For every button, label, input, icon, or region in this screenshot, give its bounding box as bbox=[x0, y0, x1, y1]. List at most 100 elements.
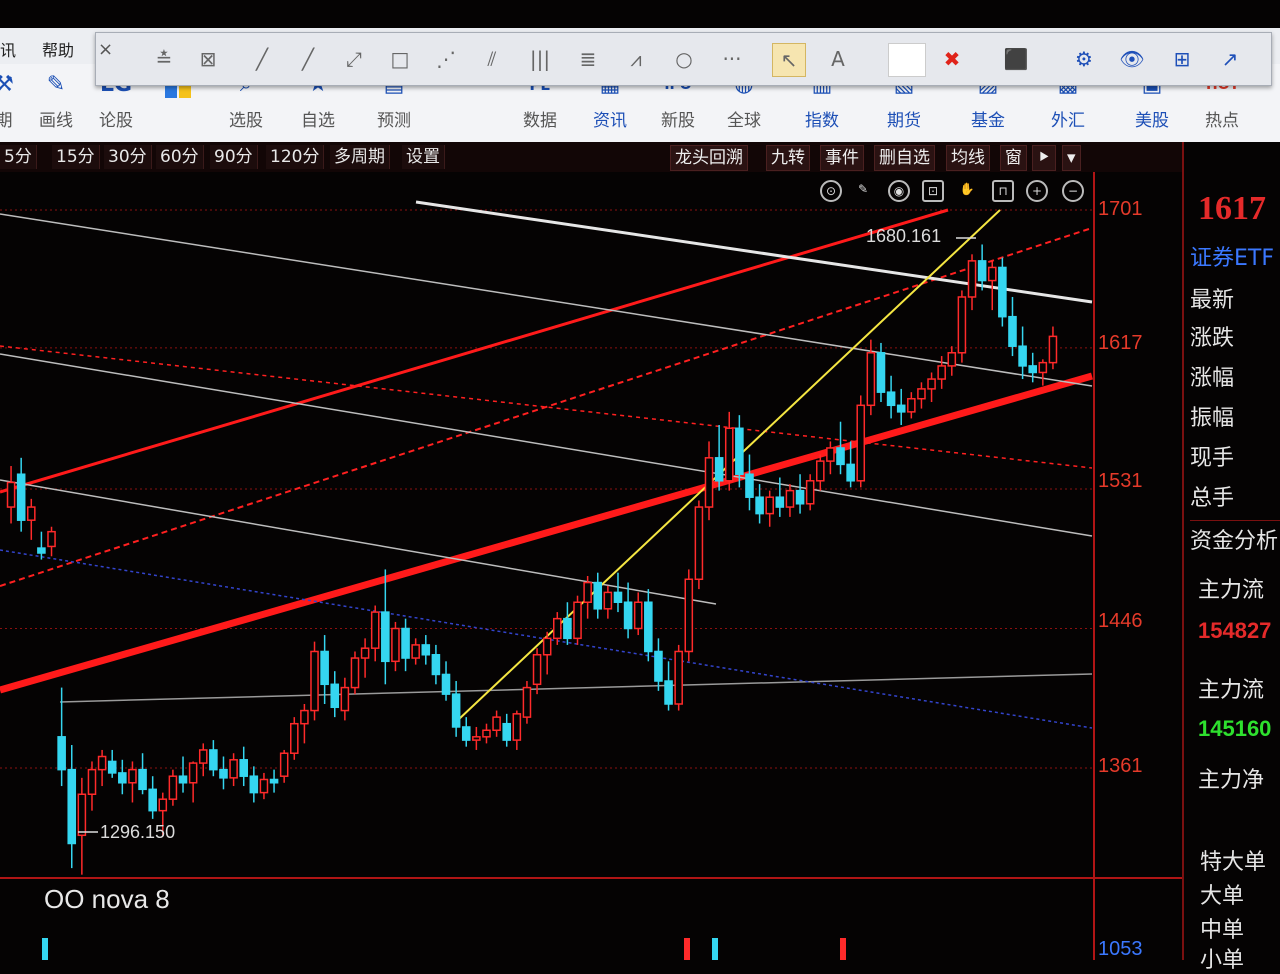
pen-icon[interactable]: ✎ bbox=[852, 180, 874, 202]
candle-body bbox=[107, 760, 117, 774]
price-tick: 1531 bbox=[1098, 470, 1143, 492]
candle-body bbox=[269, 778, 279, 784]
period-tab-settings[interactable]: 设置 bbox=[402, 145, 445, 169]
capital-analysis-header[interactable]: 资金分析 bbox=[1190, 520, 1280, 555]
period-tab-30m[interactable]: 30分 bbox=[104, 145, 152, 169]
candle-body bbox=[775, 496, 785, 508]
wrench-icon: ⚒ bbox=[0, 72, 14, 97]
row-amplitude: 振幅 bbox=[1190, 406, 1235, 431]
chevron-down-icon[interactable]: ▾ bbox=[1062, 145, 1081, 171]
candle-body bbox=[856, 404, 866, 482]
candle-body bbox=[340, 686, 350, 712]
pencil-icon: ✎ bbox=[46, 72, 66, 97]
candle-body bbox=[846, 463, 855, 482]
draw-tool-cycle[interactable]: ||| bbox=[524, 43, 556, 75]
candle-body bbox=[552, 617, 562, 640]
color-swatch[interactable] bbox=[888, 43, 926, 77]
zoom-in-icon[interactable]: + bbox=[1026, 180, 1048, 202]
nine-turn-button[interactable]: 九转 bbox=[766, 145, 810, 171]
candle-body bbox=[411, 644, 420, 659]
candle-body bbox=[917, 388, 926, 400]
candle-body bbox=[239, 759, 249, 777]
eye-icon[interactable]: 👁 bbox=[1116, 43, 1148, 75]
hand-icon[interactable]: ✋ bbox=[956, 180, 978, 202]
candle-body bbox=[532, 654, 542, 686]
candle-body bbox=[472, 736, 481, 741]
draw-tool-fan[interactable]: ⋰ bbox=[430, 43, 462, 75]
volume-bar bbox=[840, 938, 846, 960]
period-tab-5m[interactable]: 5分 bbox=[0, 145, 37, 169]
row-current-volume: 现手 bbox=[1190, 446, 1235, 471]
period-tab-multi[interactable]: 多周期 bbox=[330, 145, 390, 169]
toolbar-btn-draw[interactable]: ✎ 画线 bbox=[24, 70, 88, 136]
draw-tool-wave[interactable]: ⩘ bbox=[620, 43, 652, 75]
candle-body bbox=[138, 768, 147, 791]
period-tab-90m[interactable]: 90分 bbox=[210, 145, 258, 169]
moving-average-button[interactable]: 均线 bbox=[946, 145, 990, 171]
candle-body bbox=[128, 768, 137, 784]
remove-watchlist-button[interactable]: 删自选 bbox=[874, 145, 935, 171]
zoom-out-icon[interactable]: − bbox=[1062, 180, 1084, 202]
draw-tool-ray[interactable]: ╱ bbox=[292, 43, 324, 75]
eye-icon[interactable]: ◉ bbox=[888, 180, 910, 202]
candle-body bbox=[795, 489, 805, 505]
candle-body bbox=[360, 647, 370, 659]
candle-body bbox=[57, 736, 66, 771]
draw-tool-more[interactable]: ··· bbox=[716, 43, 748, 75]
kline-chart[interactable] bbox=[0, 172, 1182, 960]
arrow-right-icon[interactable]: ⯈ bbox=[1032, 145, 1056, 171]
menu-item-help[interactable]: 帮助 bbox=[42, 37, 74, 61]
period-tab-60m[interactable]: 60分 bbox=[156, 145, 204, 169]
candle-body bbox=[249, 775, 259, 794]
period-bar: 5分 15分 30分 60分 90分 120分 多周期 设置 龙头回溯 九转 事… bbox=[0, 142, 1280, 172]
window-button[interactable]: 窗 bbox=[1000, 145, 1027, 171]
grid-icon[interactable]: ⊞ bbox=[1166, 43, 1198, 75]
main-flow-out-label: 主力流 bbox=[1198, 678, 1265, 703]
hide-drawings-icon[interactable]: ⬛ bbox=[1000, 43, 1032, 75]
gear-icon[interactable]: ⚙ bbox=[1068, 43, 1100, 75]
high-annotation: 1680.161 bbox=[866, 226, 942, 246]
candle-body bbox=[735, 427, 744, 475]
draw-tool-segment[interactable]: ╱ bbox=[246, 43, 278, 75]
candle-body bbox=[289, 722, 299, 754]
period-tab-120m[interactable]: 120分 bbox=[266, 145, 325, 169]
menu-item-info[interactable]: 讯 bbox=[0, 37, 16, 61]
box-icon[interactable]: ⊡ bbox=[922, 180, 944, 202]
delete-icon[interactable]: ✖ bbox=[936, 43, 968, 75]
draw-tool-hline[interactable]: ≛ bbox=[148, 43, 180, 75]
draw-tool-rectangle[interactable]: □ bbox=[384, 43, 416, 75]
candle-body bbox=[300, 709, 309, 725]
candle-body bbox=[259, 778, 269, 794]
volume-bar bbox=[684, 938, 690, 960]
candle-body bbox=[188, 762, 198, 784]
candle-body bbox=[633, 601, 643, 630]
draw-tool-circle[interactable]: ○ bbox=[668, 43, 700, 75]
candle-body bbox=[866, 352, 876, 407]
candle-body bbox=[957, 296, 967, 354]
candle-body bbox=[805, 480, 815, 505]
draw-tool-fib[interactable]: ≣ bbox=[572, 43, 604, 75]
volume-tick: 1053 bbox=[1098, 938, 1143, 960]
price-tick: 1361 bbox=[1098, 755, 1143, 777]
period-tab-15m[interactable]: 15分 bbox=[52, 145, 100, 169]
candle-body bbox=[148, 788, 157, 812]
lock-icon[interactable]: ⊓ bbox=[992, 180, 1014, 202]
text-tool-icon[interactable]: A bbox=[822, 43, 854, 75]
target-icon[interactable]: ⊙ bbox=[820, 180, 842, 202]
share-icon[interactable]: ↗ bbox=[1214, 43, 1246, 75]
candle-body bbox=[381, 611, 390, 663]
candle-body bbox=[644, 601, 653, 653]
leader-backtrack-button[interactable]: 龙头回溯 bbox=[670, 145, 748, 171]
candle-body bbox=[391, 627, 400, 663]
candle-body bbox=[967, 260, 977, 298]
draw-tool-box[interactable]: ⊠ bbox=[192, 43, 224, 75]
close-icon[interactable]: × bbox=[98, 39, 113, 60]
draw-tool-arrow-line[interactable]: ⤢ bbox=[338, 43, 370, 75]
cursor-select-icon[interactable]: ↖ bbox=[772, 43, 806, 77]
security-name[interactable]: 证券ETF bbox=[1190, 240, 1274, 272]
main-flow-out-value: 145160 bbox=[1198, 716, 1272, 741]
events-button[interactable]: 事件 bbox=[820, 145, 864, 171]
candle-body bbox=[77, 793, 87, 837]
draw-tool-parallel[interactable]: ⫽ bbox=[476, 43, 508, 75]
candle-body bbox=[431, 654, 441, 676]
